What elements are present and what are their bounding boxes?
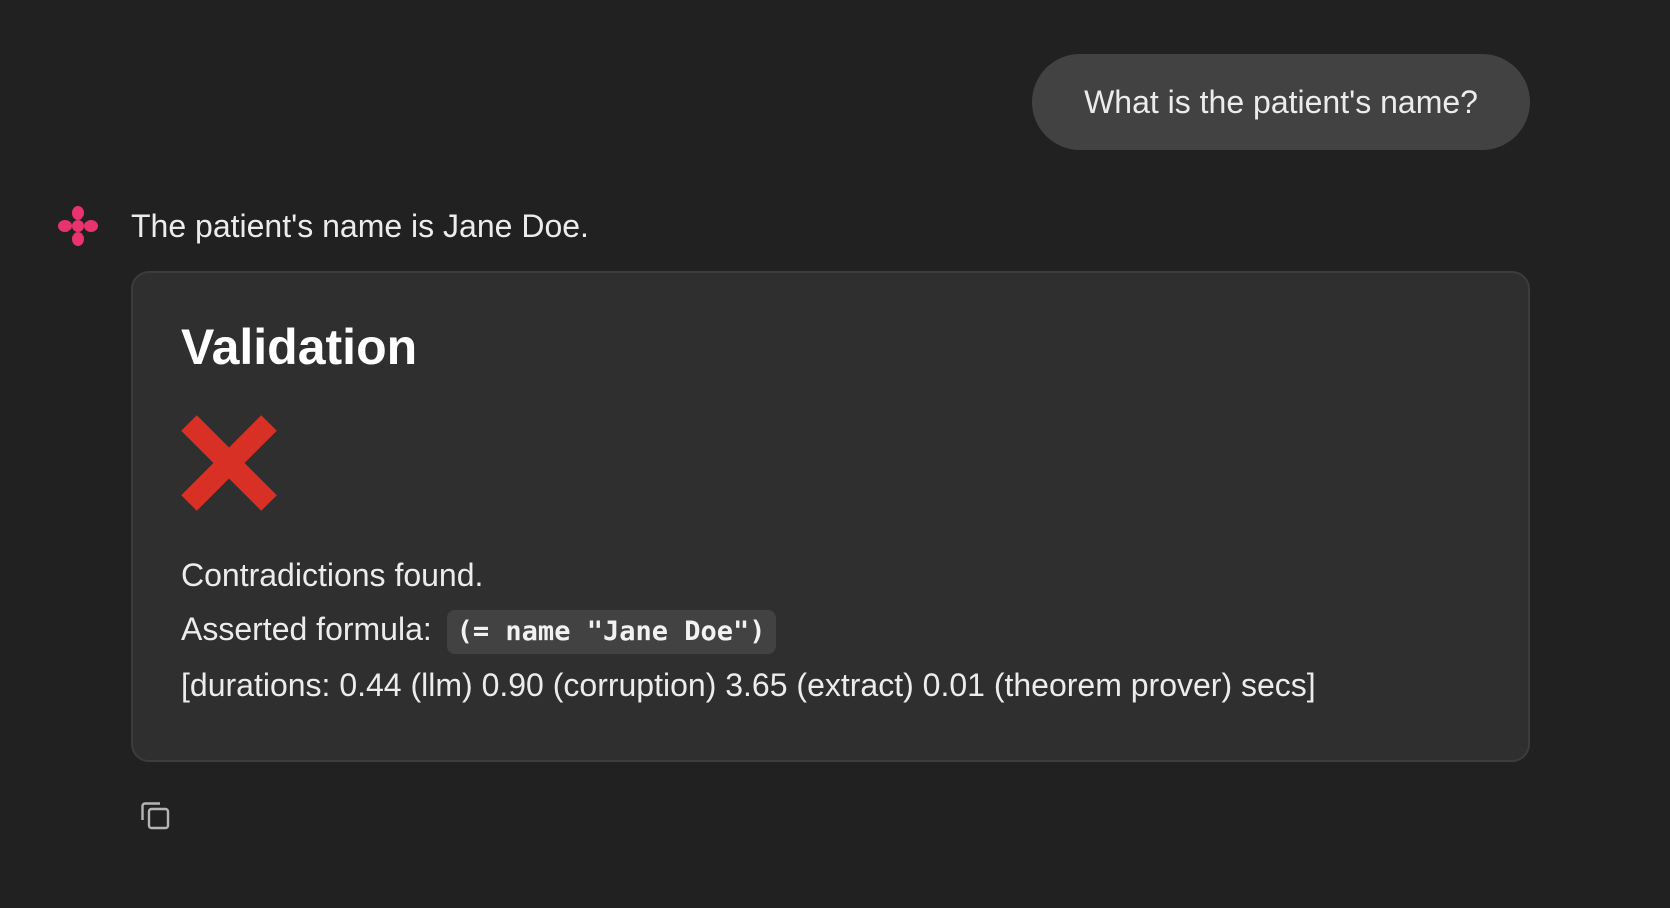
asserted-formula-row: Asserted formula: (= name "Jane Doe"): [181, 607, 776, 654]
asserted-formula-label: Asserted formula:: [181, 611, 432, 647]
validation-title: Validation: [181, 319, 418, 375]
copy-icon: [141, 802, 170, 830]
validation-status: Contradictions found.: [181, 557, 484, 593]
copy-button[interactable]: [135, 795, 175, 835]
cross-mark-icon: [181, 415, 277, 511]
validation-card: Validation Contradictions found. Asserte…: [131, 271, 1530, 762]
asserted-formula-code: (= name "Jane Doe"): [446, 609, 776, 654]
assistant-message-text: The patient's name is Jane Doe.: [131, 208, 589, 244]
durations-text: [durations: 0.44 (llm) 0.90 (corruption)…: [181, 667, 1316, 703]
assistant-logo-icon: [56, 204, 100, 248]
user-message-text: What is the patient's name?: [1084, 83, 1478, 120]
user-message-bubble: What is the patient's name?: [1032, 54, 1530, 150]
